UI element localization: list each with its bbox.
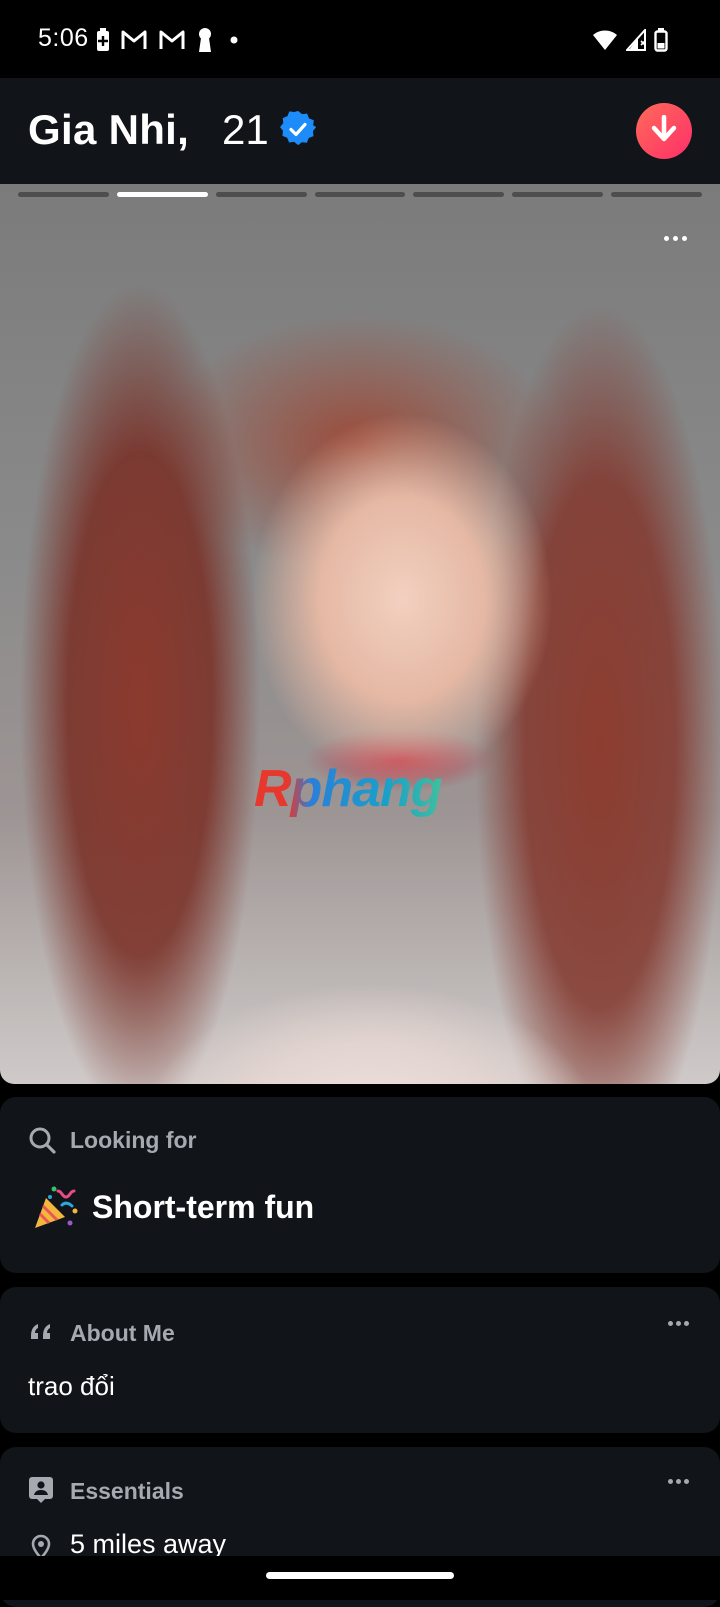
party-popper-icon (32, 1183, 80, 1236)
quote-icon (28, 1320, 54, 1349)
about-me-card: About Me trao đổi (0, 1287, 720, 1433)
signal-icon (626, 29, 646, 51)
status-time: 5:06 (38, 24, 89, 52)
dot-icon (224, 35, 244, 45)
photo-progress-segment[interactable] (512, 192, 604, 197)
id-card-icon (28, 1476, 54, 1509)
photo-progress-segment[interactable] (18, 192, 109, 197)
gmail-icon (120, 29, 148, 51)
essentials-more-button[interactable] (668, 1477, 692, 1485)
battery-saver-icon (96, 28, 110, 52)
photo-progress-segment[interactable] (215, 192, 307, 197)
collapse-profile-button[interactable] (636, 103, 692, 159)
battery-icon (654, 28, 668, 52)
looking-for-card: Looking for Short-term fun (0, 1097, 720, 1273)
wifi-icon (592, 29, 618, 51)
photo-progress-segment[interactable] (314, 192, 406, 197)
about-me-label: About Me (70, 1320, 175, 1346)
profile-header: Gia Nhi, 21 (0, 78, 720, 184)
looking-for-value: Short-term fun (92, 1189, 315, 1225)
photo-progress-bar (18, 192, 703, 198)
photo-more-options-button[interactable] (660, 231, 690, 245)
status-system-icons (592, 26, 668, 54)
about-me-text: trao đổi (28, 1371, 115, 1401)
photo-progress-segment[interactable] (116, 192, 208, 197)
photo-progress-segment[interactable] (611, 192, 703, 197)
essentials-label: Essentials (70, 1478, 184, 1504)
search-icon (28, 1126, 56, 1159)
profile-name: Gia Nhi, (28, 106, 190, 153)
home-indicator[interactable] (266, 1572, 454, 1579)
profile-photo[interactable]: Rphang (0, 184, 720, 1084)
profile-age: 21 (222, 106, 269, 153)
arrow-down-icon (651, 114, 677, 148)
about-me-more-button[interactable] (668, 1319, 692, 1327)
status-bar: 5:06 (0, 0, 720, 78)
gmail-icon (158, 29, 186, 51)
watermark-text: Rphang (254, 760, 443, 818)
status-notification-icons (96, 26, 244, 54)
keyhole-icon (196, 27, 214, 53)
photo-progress-segment[interactable] (413, 192, 505, 197)
verified-badge-icon (280, 110, 317, 152)
looking-for-label: Looking for (70, 1127, 197, 1153)
system-navigation-bar (0, 1556, 720, 1600)
